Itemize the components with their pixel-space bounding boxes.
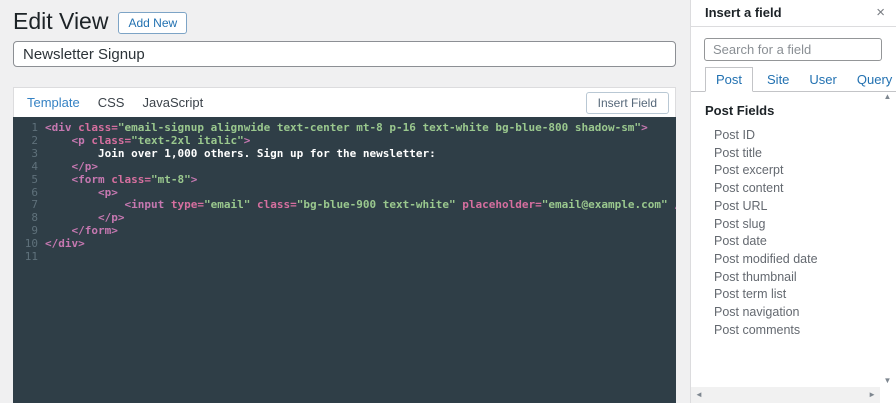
- field-tab-site[interactable]: Site: [761, 68, 795, 91]
- horizontal-scrollbar[interactable]: ◄ ►: [691, 387, 880, 403]
- code-token-attr: class=: [111, 173, 151, 186]
- code-token-str: "email@example.com": [542, 198, 668, 211]
- scroll-up-icon[interactable]: ▲: [884, 93, 892, 101]
- close-icon[interactable]: ×: [876, 0, 885, 25]
- field-item-post-content[interactable]: Post content: [705, 180, 880, 198]
- code-token-str: "email-signup alignwide text-center mt-8…: [118, 121, 641, 134]
- field-item-post-slug[interactable]: Post slug: [705, 216, 880, 234]
- panel-header: Insert a field ×: [691, 0, 896, 27]
- code-line-9: 9 </form>: [13, 225, 676, 238]
- code-line-3: 3 Join over 1,000 others. Sign up for th…: [13, 148, 676, 161]
- field-source-tabs: Post Site User Query: [691, 68, 896, 92]
- field-tab-post[interactable]: Post: [705, 67, 753, 92]
- code-token-str: "text-2xl italic": [131, 134, 244, 147]
- line-number: 1: [13, 122, 38, 135]
- code-editor[interactable]: 1<div class="email-signup alignwide text…: [13, 117, 676, 403]
- code-token-tag: <p: [72, 134, 92, 147]
- insert-field-panel: Insert a field × Post Site User Query Post …: [690, 0, 896, 403]
- code-line-11: 11: [13, 251, 676, 264]
- line-number: 4: [13, 161, 38, 174]
- code-token-tag: >: [244, 134, 251, 147]
- field-item-post-thumbnail[interactable]: Post thumbnail: [705, 269, 880, 287]
- code-token-str: "bg-blue-900 text-white": [297, 198, 456, 211]
- code-token-attr: type=: [171, 198, 204, 211]
- field-search-input[interactable]: [704, 38, 882, 61]
- code-token-text: [45, 160, 72, 173]
- code-token-tag: >: [191, 173, 198, 186]
- fields-list: Post IDPost titlePost excerptPost conten…: [705, 127, 880, 339]
- code-token-attr: placeholder=: [462, 198, 541, 211]
- fields-heading: Post Fields: [705, 103, 880, 118]
- scroll-down-icon[interactable]: ▼: [884, 377, 892, 385]
- editor-tab-css[interactable]: CSS: [98, 95, 125, 110]
- code-line-10: 10</div>: [13, 238, 676, 251]
- code-token-text: [45, 134, 72, 147]
- code-token-attr: class=: [78, 121, 118, 134]
- code-token-text: [45, 173, 72, 186]
- code-token-tag: <form: [72, 173, 112, 186]
- main-column: Edit View Add New Template CSS JavaScript …: [13, 0, 676, 403]
- page-title: Edit View: [13, 8, 108, 35]
- code-token-str: "email": [204, 198, 250, 211]
- field-item-post-id[interactable]: Post ID: [705, 127, 880, 145]
- line-number: 2: [13, 135, 38, 148]
- field-item-post-navigation[interactable]: Post navigation: [705, 304, 880, 322]
- code-token-tag: <input: [124, 198, 170, 211]
- field-item-post-term-list[interactable]: Post term list: [705, 286, 880, 304]
- editor-tab-template[interactable]: Template: [27, 95, 80, 110]
- editor-card: Template CSS JavaScript Insert Field 1 <div…: [13, 87, 676, 403]
- code-token-tag: </p>: [72, 160, 99, 173]
- panel-title: Insert a field: [705, 5, 782, 20]
- scroll-right-icon[interactable]: ►: [868, 391, 876, 399]
- code-token-tag: >: [641, 121, 648, 134]
- code-token-tag: <p>: [98, 186, 118, 199]
- page-header: Edit View Add New: [13, 8, 187, 35]
- add-new-button[interactable]: Add New: [118, 12, 187, 34]
- code-token-text: [45, 211, 98, 224]
- fields-section: Post Fields Post IDPost titlePost excerp…: [691, 92, 880, 386]
- code-token-tag: <div: [45, 121, 78, 134]
- editor-tab-bar: Template CSS JavaScript: [27, 95, 203, 110]
- line-number: 5: [13, 174, 38, 187]
- field-item-post-modified-date[interactable]: Post modified date: [705, 251, 880, 269]
- vertical-scrollbar[interactable]: ▲ ▼: [881, 93, 894, 385]
- code-token-attr: class=: [257, 198, 297, 211]
- code-token-tag: </form>: [72, 224, 118, 237]
- code-token-tag: />: [668, 198, 676, 211]
- editor-toolbar: Template CSS JavaScript Insert Field: [13, 87, 676, 117]
- code-token-str: "mt-8": [151, 173, 191, 186]
- code-token-text: [45, 198, 124, 211]
- code-token-tag: </div>: [45, 237, 85, 250]
- code-token-text: Join over 1,000 others. Sign up for the …: [45, 147, 436, 160]
- line-number: 11: [13, 251, 38, 264]
- insert-field-button[interactable]: Insert Field: [586, 92, 669, 114]
- line-number: 3: [13, 148, 38, 161]
- code-token-text: [45, 186, 98, 199]
- field-tab-query[interactable]: Query: [851, 68, 896, 91]
- field-tab-user[interactable]: User: [803, 68, 842, 91]
- code-token-text: [250, 198, 257, 211]
- field-item-post-excerpt[interactable]: Post excerpt: [705, 162, 880, 180]
- code-token-attr: class=: [91, 134, 131, 147]
- code-token-tag: </p>: [98, 211, 125, 224]
- code-token-text: [45, 224, 72, 237]
- field-item-post-date[interactable]: Post date: [705, 233, 880, 251]
- field-item-post-comments[interactable]: Post comments: [705, 322, 880, 340]
- field-item-post-url[interactable]: Post URL: [705, 198, 880, 216]
- editor-tab-javascript[interactable]: JavaScript: [142, 95, 203, 110]
- scroll-left-icon[interactable]: ◄: [695, 391, 703, 399]
- view-title-input[interactable]: [13, 41, 676, 67]
- field-item-post-title[interactable]: Post title: [705, 145, 880, 163]
